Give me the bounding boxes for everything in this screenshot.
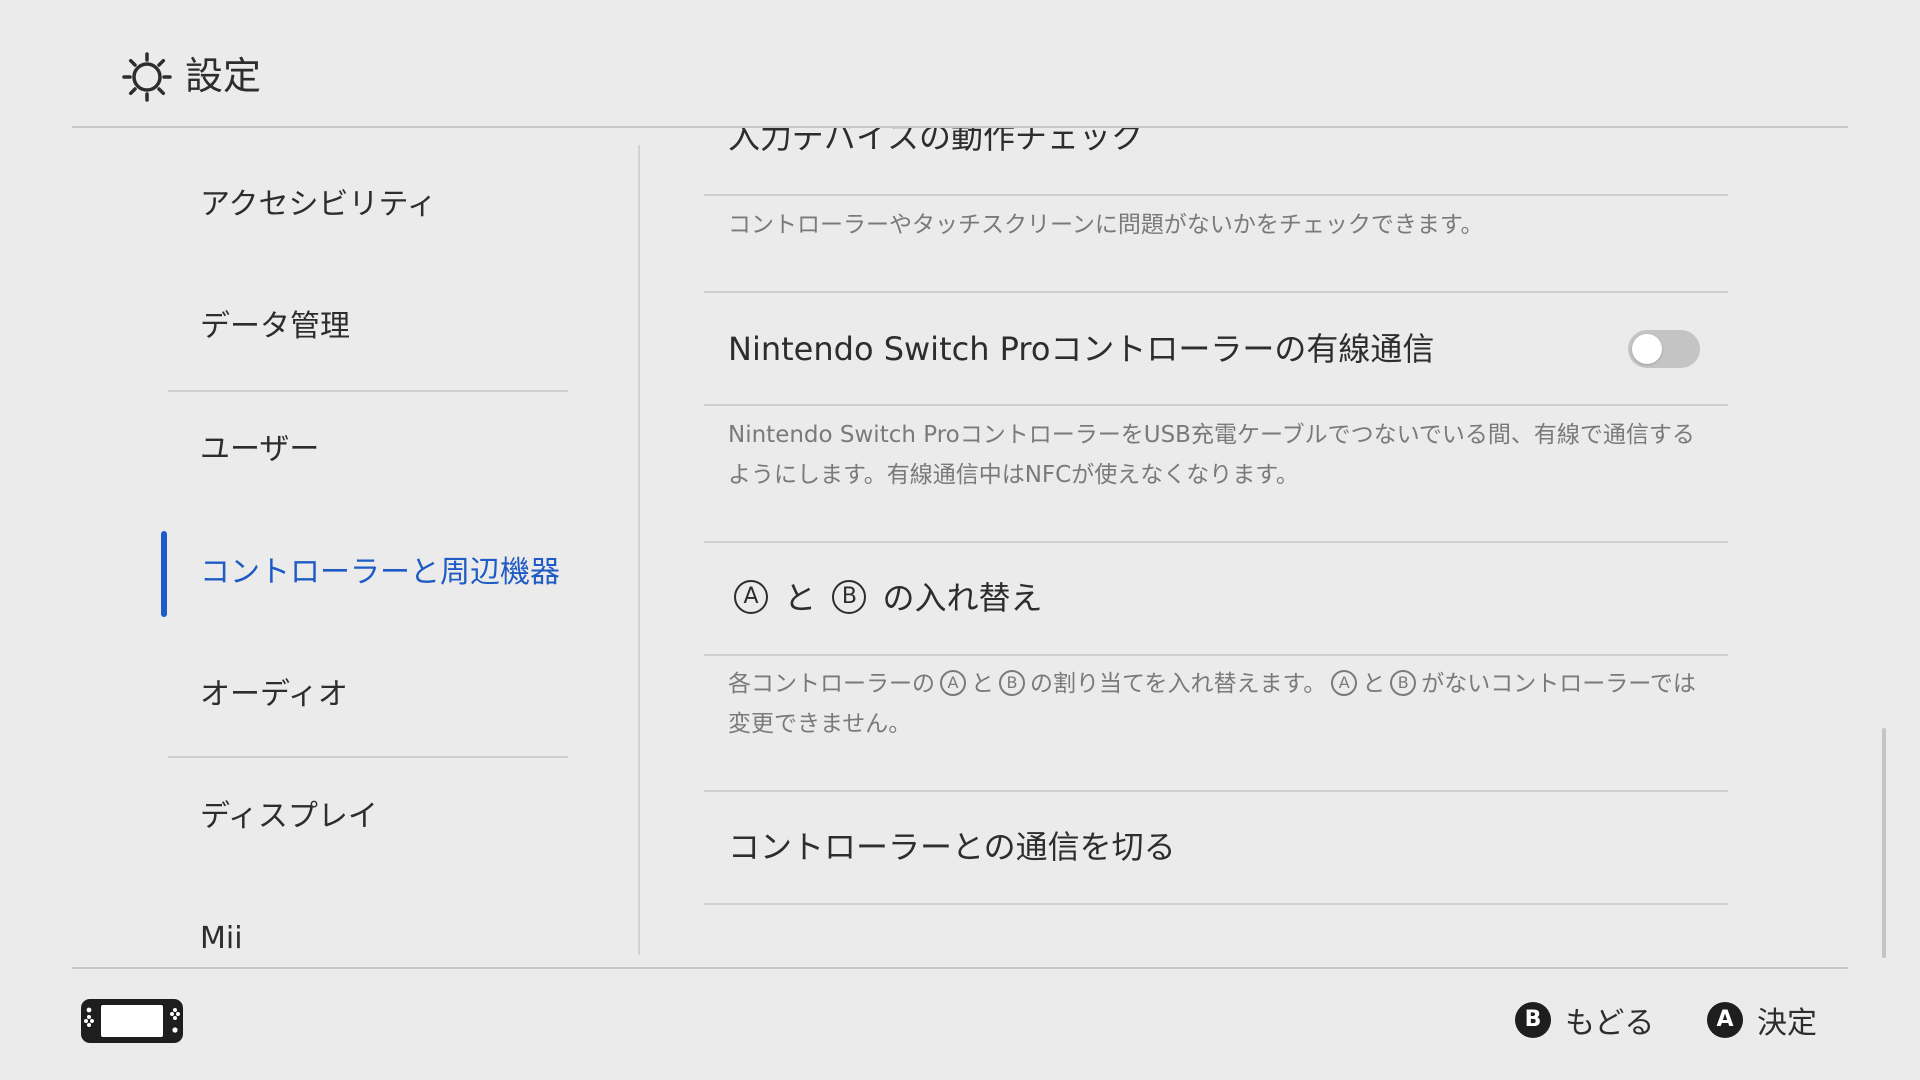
row-divider bbox=[704, 291, 1728, 293]
pane-divider bbox=[638, 145, 640, 955]
row-divider bbox=[704, 790, 1728, 792]
pro-wired-description: Nintendo Switch ProコントローラーをUSB充電ケーブルでつない… bbox=[728, 422, 1695, 488]
input-check-title[interactable]: 入力デバイスの動作チェック bbox=[728, 128, 1143, 158]
swap-desc-part1: 各コントローラーの bbox=[728, 671, 935, 697]
swap-desc-connector: と bbox=[1362, 671, 1386, 697]
confirm-button[interactable]: A 決定 bbox=[1707, 1000, 1817, 1041]
b-button-icon: B bbox=[832, 580, 867, 614]
row-divider bbox=[704, 541, 1728, 543]
swap-connector: と bbox=[784, 579, 817, 617]
swap-title-suffix: の入れ替え bbox=[882, 579, 1043, 617]
sidebar-item-audio[interactable]: オーディオ bbox=[200, 675, 348, 715]
page-title: 設定 bbox=[185, 54, 262, 98]
sidebar-item-users[interactable]: ユーザー bbox=[200, 430, 319, 470]
sidebar-item-controllers[interactable]: コントローラーと周辺機器 bbox=[200, 553, 560, 593]
a-button-icon: A bbox=[734, 580, 768, 614]
b-button-icon: B bbox=[999, 669, 1025, 696]
row-divider bbox=[704, 654, 1728, 656]
scrollbar[interactable] bbox=[1882, 728, 1886, 958]
sidebar-item-data-management[interactable]: データ管理 bbox=[200, 307, 350, 347]
sidebar-item-mii[interactable]: Mii bbox=[200, 919, 243, 959]
back-label: もどる bbox=[1565, 1006, 1655, 1041]
pro-wired-toggle[interactable] bbox=[1628, 330, 1700, 368]
settings-content: 入力デバイスの動作チェック コントローラーやタッチスクリーンに問題がないかをチェ… bbox=[704, 128, 1728, 968]
sidebar-active-indicator bbox=[161, 531, 167, 617]
back-button[interactable]: B もどる bbox=[1515, 1000, 1655, 1041]
sidebar-divider bbox=[168, 756, 568, 758]
row-divider bbox=[704, 404, 1728, 406]
sidebar-divider bbox=[168, 390, 568, 392]
header: 設定 bbox=[0, 0, 1920, 127]
swap-ab-title[interactable]: A と B の入れ替え bbox=[728, 577, 1043, 619]
sidebar-item-accessibility[interactable]: アクセシビリティ bbox=[200, 185, 437, 225]
sidebar: アクセシビリティ データ管理 ユーザー コントローラーと周辺機器 オーディオ デ… bbox=[0, 128, 640, 968]
toggle-knob bbox=[1632, 334, 1662, 364]
sidebar-item-display[interactable]: ディスプレイ bbox=[200, 797, 378, 837]
a-button-icon: A bbox=[1707, 1002, 1743, 1038]
swap-ab-description: 各コントローラーの A と B の割り当てを入れ替えます。 A と B がないコントローラーでは… bbox=[728, 664, 1708, 744]
b-button-icon: B bbox=[1390, 669, 1417, 696]
gear-icon bbox=[122, 52, 172, 102]
disconnect-controllers-item[interactable]: コントローラーとの通信を切る bbox=[728, 826, 1176, 868]
input-check-description: コントローラーやタッチスクリーンに問題がないかをチェックできます。 bbox=[728, 212, 1484, 238]
footer-divider bbox=[72, 967, 1848, 969]
row-divider bbox=[704, 194, 1728, 196]
b-button-icon: B bbox=[1515, 1002, 1551, 1038]
swap-desc-connector: と bbox=[971, 671, 994, 697]
switch-console-icon bbox=[81, 999, 183, 1043]
confirm-label: 決定 bbox=[1757, 1006, 1817, 1041]
a-button-icon: A bbox=[1331, 669, 1358, 696]
a-button-icon: A bbox=[940, 669, 966, 696]
swap-desc-part2: の割り当てを入れ替えます。 bbox=[1030, 671, 1327, 697]
settings-screen: 設定 アクセシビリティ データ管理 ユーザー コントローラーと周辺機器 オーディ… bbox=[0, 0, 1920, 1080]
row-divider bbox=[704, 903, 1728, 905]
pro-wired-title[interactable]: Nintendo Switch Proコントローラーの有線通信 bbox=[728, 328, 1434, 370]
